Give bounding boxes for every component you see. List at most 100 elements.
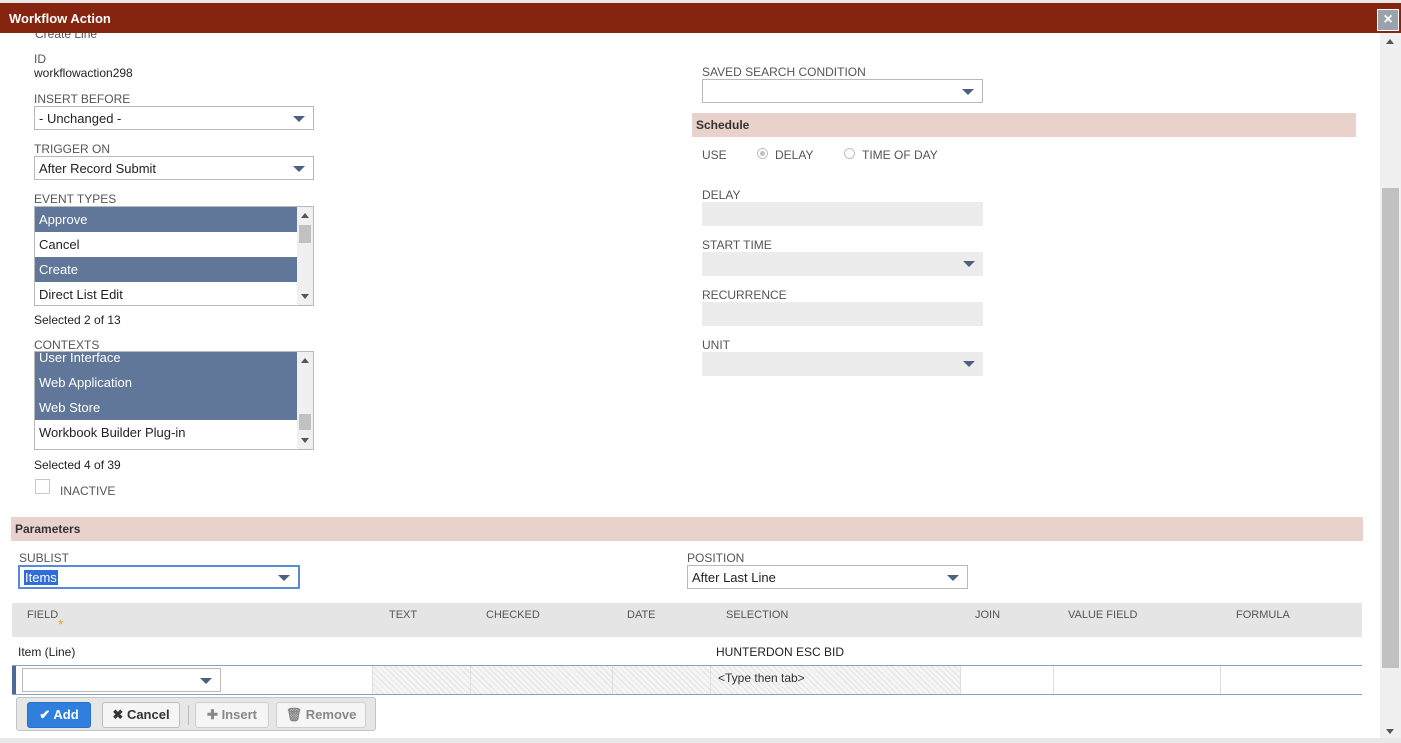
event-types-count: Selected 2 of 13	[34, 313, 121, 327]
scroll-up-icon[interactable]	[301, 358, 309, 363]
scroll-thumb[interactable]	[1382, 188, 1399, 668]
saved-search-select[interactable]	[702, 79, 983, 103]
id-label: ID	[34, 52, 46, 66]
chevron-down-icon	[962, 89, 974, 95]
event-types-scrollbar[interactable]	[297, 207, 313, 305]
dialog-title: Workflow Action	[9, 11, 111, 26]
edit-row[interactable]: <Type then tab>	[12, 665, 1362, 695]
trash-icon: 🗑	[285, 707, 303, 722]
insert-before-select[interactable]: - Unchanged -	[34, 106, 314, 130]
field-select[interactable]	[22, 668, 221, 692]
chevron-down-icon	[278, 575, 290, 581]
scroll-thumb[interactable]	[299, 225, 311, 243]
inactive-label: INACTIVE	[60, 484, 116, 498]
remove-button[interactable]: 🗑 Remove	[276, 702, 366, 728]
time-of-day-radio[interactable]	[844, 148, 855, 159]
bottom-edge	[0, 738, 1401, 743]
sublist-select[interactable]: Items	[18, 565, 300, 589]
text-cell-disabled	[372, 666, 471, 694]
insert-button[interactable]: ✚ Insert	[195, 702, 269, 728]
event-type-option[interactable]: Cancel	[35, 232, 297, 257]
x-icon: ✖	[112, 707, 124, 722]
column-header-join[interactable]: JOIN	[975, 609, 1000, 621]
unit-label: UNIT	[702, 338, 730, 352]
column-header-text[interactable]: TEXT	[389, 609, 417, 621]
scroll-up-icon[interactable]	[301, 213, 309, 218]
add-button-label: Add	[53, 707, 79, 722]
scroll-up-icon[interactable]	[1386, 39, 1394, 44]
toolbar-divider	[188, 705, 189, 725]
chevron-down-icon	[947, 575, 959, 581]
chevron-down-icon	[200, 678, 212, 684]
context-option[interactable]: Web Application	[35, 370, 297, 395]
context-option[interactable]: Web Store	[35, 395, 297, 420]
recurrence-input[interactable]	[702, 302, 983, 326]
insert-before-label: INSERT BEFORE	[34, 92, 131, 106]
column-header-checked[interactable]: CHECKED	[486, 609, 540, 621]
active-row-indicator	[12, 666, 16, 694]
cancel-button[interactable]: ✖ Cancel	[102, 702, 180, 728]
contexts-label: CONTEXTS	[34, 338, 100, 352]
close-icon[interactable]: ×	[1377, 9, 1399, 31]
dialog-scrollbar[interactable]	[1380, 33, 1401, 740]
contexts-count: Selected 4 of 39	[34, 458, 121, 472]
cell-divider	[960, 666, 961, 694]
event-type-option[interactable]: Direct List Edit	[35, 282, 297, 305]
cancel-button-label: Cancel	[126, 707, 170, 722]
context-option[interactable]: User Interface	[35, 352, 297, 370]
chevron-down-icon	[293, 116, 305, 122]
chevron-down-icon	[963, 361, 975, 367]
event-types-listbox[interactable]: Approve Cancel Create Direct List Edit	[34, 206, 314, 306]
position-select[interactable]: After Last Line	[687, 565, 968, 589]
parameters-grid-header: FIELD * TEXT CHECKED DATE SELECTION JOIN…	[12, 603, 1362, 637]
delay-radio[interactable]	[757, 148, 768, 159]
date-cell-disabled	[612, 666, 711, 694]
sublist-value: Items	[24, 570, 58, 585]
insert-button-label: Insert	[221, 707, 257, 722]
plus-icon: ✚	[207, 707, 218, 722]
table-row[interactable]: Item (Line) HUNTERDON ESC BID	[12, 637, 1362, 665]
scroll-down-icon[interactable]	[1386, 729, 1394, 734]
contexts-listbox[interactable]: User Interface Web Application Web Store…	[34, 351, 314, 450]
schedule-section-header: Schedule	[692, 113, 1356, 137]
delay-input[interactable]	[702, 202, 983, 226]
chevron-down-icon	[293, 166, 305, 172]
column-header-value-field[interactable]: VALUE FIELD	[1068, 609, 1138, 621]
row-button-bar: ✔ Add ✖ Cancel ✚ Insert 🗑 Remove	[16, 697, 376, 731]
event-type-option[interactable]: Create	[35, 257, 297, 282]
delay-label: DELAY	[702, 188, 741, 202]
parameters-section-header: Parameters	[11, 517, 1363, 541]
recurrence-label: RECURRENCE	[702, 288, 787, 302]
cell-divider	[1053, 666, 1054, 694]
inactive-checkbox[interactable]	[35, 479, 50, 494]
column-header-selection[interactable]: SELECTION	[726, 609, 788, 621]
id-value: workflowaction298	[34, 66, 133, 80]
contexts-scrollbar[interactable]	[297, 352, 313, 449]
unit-select[interactable]	[702, 352, 983, 376]
position-label: POSITION	[687, 551, 745, 565]
sublist-label: SUBLIST	[19, 551, 70, 565]
row-selection-cell: HUNTERDON ESC BID	[716, 645, 845, 659]
add-button[interactable]: ✔ Add	[27, 702, 91, 728]
start-time-select[interactable]	[702, 252, 983, 276]
checked-cell-disabled	[470, 666, 613, 694]
trigger-on-select[interactable]: After Record Submit	[34, 156, 314, 180]
column-header-formula[interactable]: FORMULA	[1236, 609, 1290, 621]
check-icon: ✔	[39, 707, 51, 722]
scroll-down-icon[interactable]	[301, 294, 309, 299]
event-types-label: EVENT TYPES	[34, 192, 117, 206]
delay-radio-label: DELAY	[775, 148, 814, 162]
saved-search-label: SAVED SEARCH CONDITION	[702, 65, 866, 79]
insert-before-value: - Unchanged -	[39, 111, 122, 126]
column-header-field[interactable]: FIELD	[27, 609, 58, 621]
trigger-on-value: After Record Submit	[39, 161, 157, 176]
cut-off-label: Create Line	[35, 33, 98, 41]
dialog-titlebar: Workflow Action ×	[0, 3, 1401, 33]
position-value: After Last Line	[692, 570, 776, 585]
event-type-option[interactable]: Approve	[35, 207, 297, 232]
scroll-thumb[interactable]	[299, 414, 311, 430]
start-time-label: START TIME	[702, 238, 772, 252]
scroll-down-icon[interactable]	[301, 438, 309, 443]
column-header-date[interactable]: DATE	[627, 609, 656, 621]
context-option[interactable]: Workbook Builder Plug-in	[35, 420, 297, 445]
